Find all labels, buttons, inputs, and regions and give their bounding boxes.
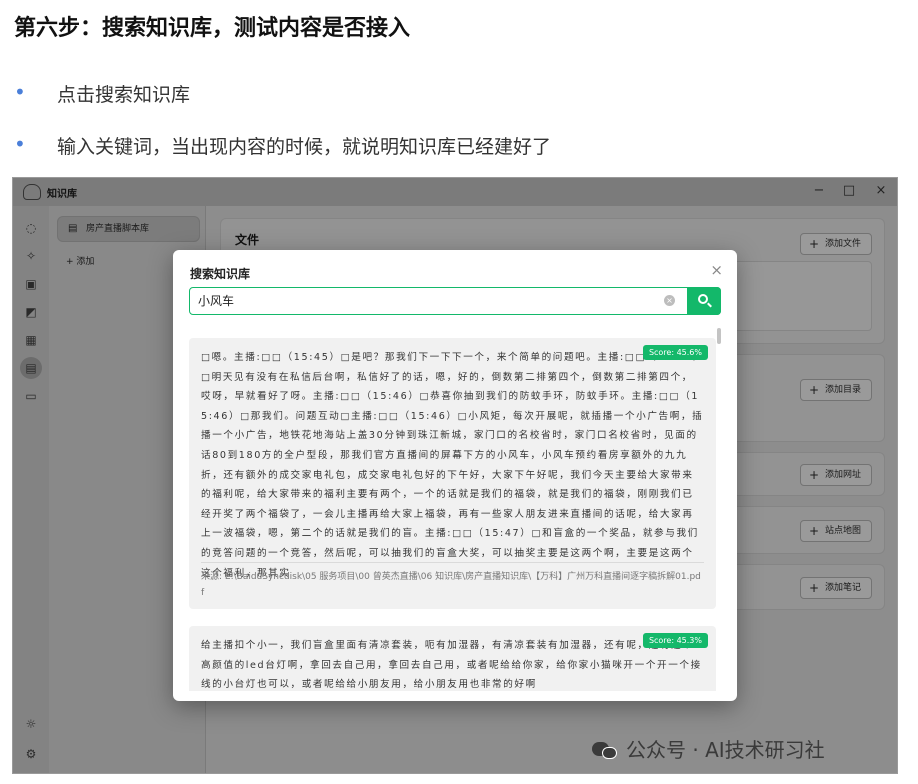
- add-directory-button[interactable]: + 添加目录: [799, 379, 872, 401]
- grid-icon[interactable]: ▦: [23, 332, 39, 348]
- maximize-button[interactable]: □: [839, 183, 859, 198]
- plus-icon: +: [808, 237, 820, 251]
- add-url-button[interactable]: + 添加网址: [799, 464, 872, 486]
- folder-icon[interactable]: ▭: [23, 388, 39, 404]
- icon-rail: ◌ ✧ ▣ ◩ ▦ ▤ ▭ ☼ ⚙: [13, 206, 49, 773]
- title-bar: 知识库 − □ ×: [13, 178, 897, 206]
- add-kb-button[interactable]: + 添加: [66, 254, 94, 267]
- button-label: 添加网址: [824, 470, 861, 480]
- wechat-icon: [592, 740, 618, 760]
- plus-icon: +: [808, 581, 820, 595]
- button-label: 添加文件: [824, 239, 861, 249]
- knowledge-base-icon[interactable]: ▤: [20, 357, 42, 379]
- button-label: 站点地图: [824, 526, 861, 536]
- search-kb-modal: 搜索知识库 × × Score: 45.6% □嗯。主播:□□（15:45）□是…: [173, 250, 737, 701]
- bullet-text: 输入关键词，当出现内容的时候，就说明知识库已经建好了: [57, 136, 552, 158]
- result-item: Score: 45.6% □嗯。主播:□□（15:45）□是吧？那我们下一下下一…: [189, 338, 716, 609]
- image-icon[interactable]: ▣: [23, 276, 39, 292]
- result-text: 给主播扣个小一，我们盲盒里面有清凉套装，呃有加湿器，有清凉套装有加湿器，还有呢，…: [201, 640, 702, 691]
- button-label: 添加笔记: [824, 583, 861, 593]
- add-file-button[interactable]: + 添加文件: [799, 233, 872, 255]
- score-badge: Score: 45.6%: [642, 345, 708, 360]
- sidebar-item-kb[interactable]: ▤ 房产直播脚本库: [57, 216, 200, 242]
- plus-icon: +: [808, 524, 820, 538]
- bullet-dot: •: [14, 132, 26, 156]
- file-section-title: 文件: [235, 233, 260, 247]
- settings-icon[interactable]: ⚙: [23, 746, 39, 762]
- bullet-dot: •: [14, 80, 26, 104]
- result-item: Score: 45.3% 给主播扣个小一，我们盲盒里面有清凉套装，呃有加湿器，有…: [189, 626, 716, 691]
- plus-icon: +: [808, 383, 820, 397]
- search-results: Score: 45.6% □嗯。主播:□□（15:45）□是吧？那我们下一下下一…: [189, 328, 721, 691]
- search-input[interactable]: [190, 288, 660, 313]
- watermark-text: 公众号 · AI技术研习社: [626, 738, 825, 762]
- plus-icon: +: [808, 468, 820, 482]
- search-icon: [698, 294, 708, 304]
- sun-icon[interactable]: ☼: [23, 716, 39, 732]
- clear-icon[interactable]: ×: [664, 295, 675, 306]
- article-title: 第六步：搜索知识库，测试内容是否接入: [14, 16, 411, 41]
- bullet-text: 点击搜索知识库: [57, 84, 191, 106]
- close-window-button[interactable]: ×: [871, 183, 891, 198]
- watermark: 公众号 · AI技术研习社: [592, 734, 825, 763]
- search-button[interactable]: [687, 287, 721, 315]
- image-edit-icon[interactable]: ◩: [23, 304, 39, 320]
- sitemap-button[interactable]: + 站点地图: [799, 520, 872, 542]
- search-box: ×: [189, 287, 721, 315]
- modal-title: 搜索知识库: [190, 267, 251, 281]
- document-icon: ▤: [68, 223, 78, 234]
- minimize-button[interactable]: −: [809, 183, 829, 198]
- close-icon[interactable]: ×: [710, 261, 723, 279]
- add-note-button[interactable]: + 添加笔记: [799, 577, 872, 599]
- sparkle-icon[interactable]: ✧: [23, 248, 39, 264]
- result-source: 来源: E:\BaiduSyncdisk\05 服务项目\00 曾英杰直播\06…: [201, 562, 704, 601]
- sidebar-item-label: 房产直播脚本库: [86, 224, 150, 234]
- button-label: 添加目录: [824, 385, 861, 395]
- result-text: □嗯。主播:□□（15:45）□是吧？那我们下一下下一个，来个简单的问题吧。主播…: [201, 352, 704, 579]
- chat-icon[interactable]: ◌: [23, 220, 39, 236]
- score-badge: Score: 45.3%: [642, 633, 708, 648]
- app-title: 知识库: [47, 189, 77, 200]
- app-logo-icon: [23, 184, 41, 200]
